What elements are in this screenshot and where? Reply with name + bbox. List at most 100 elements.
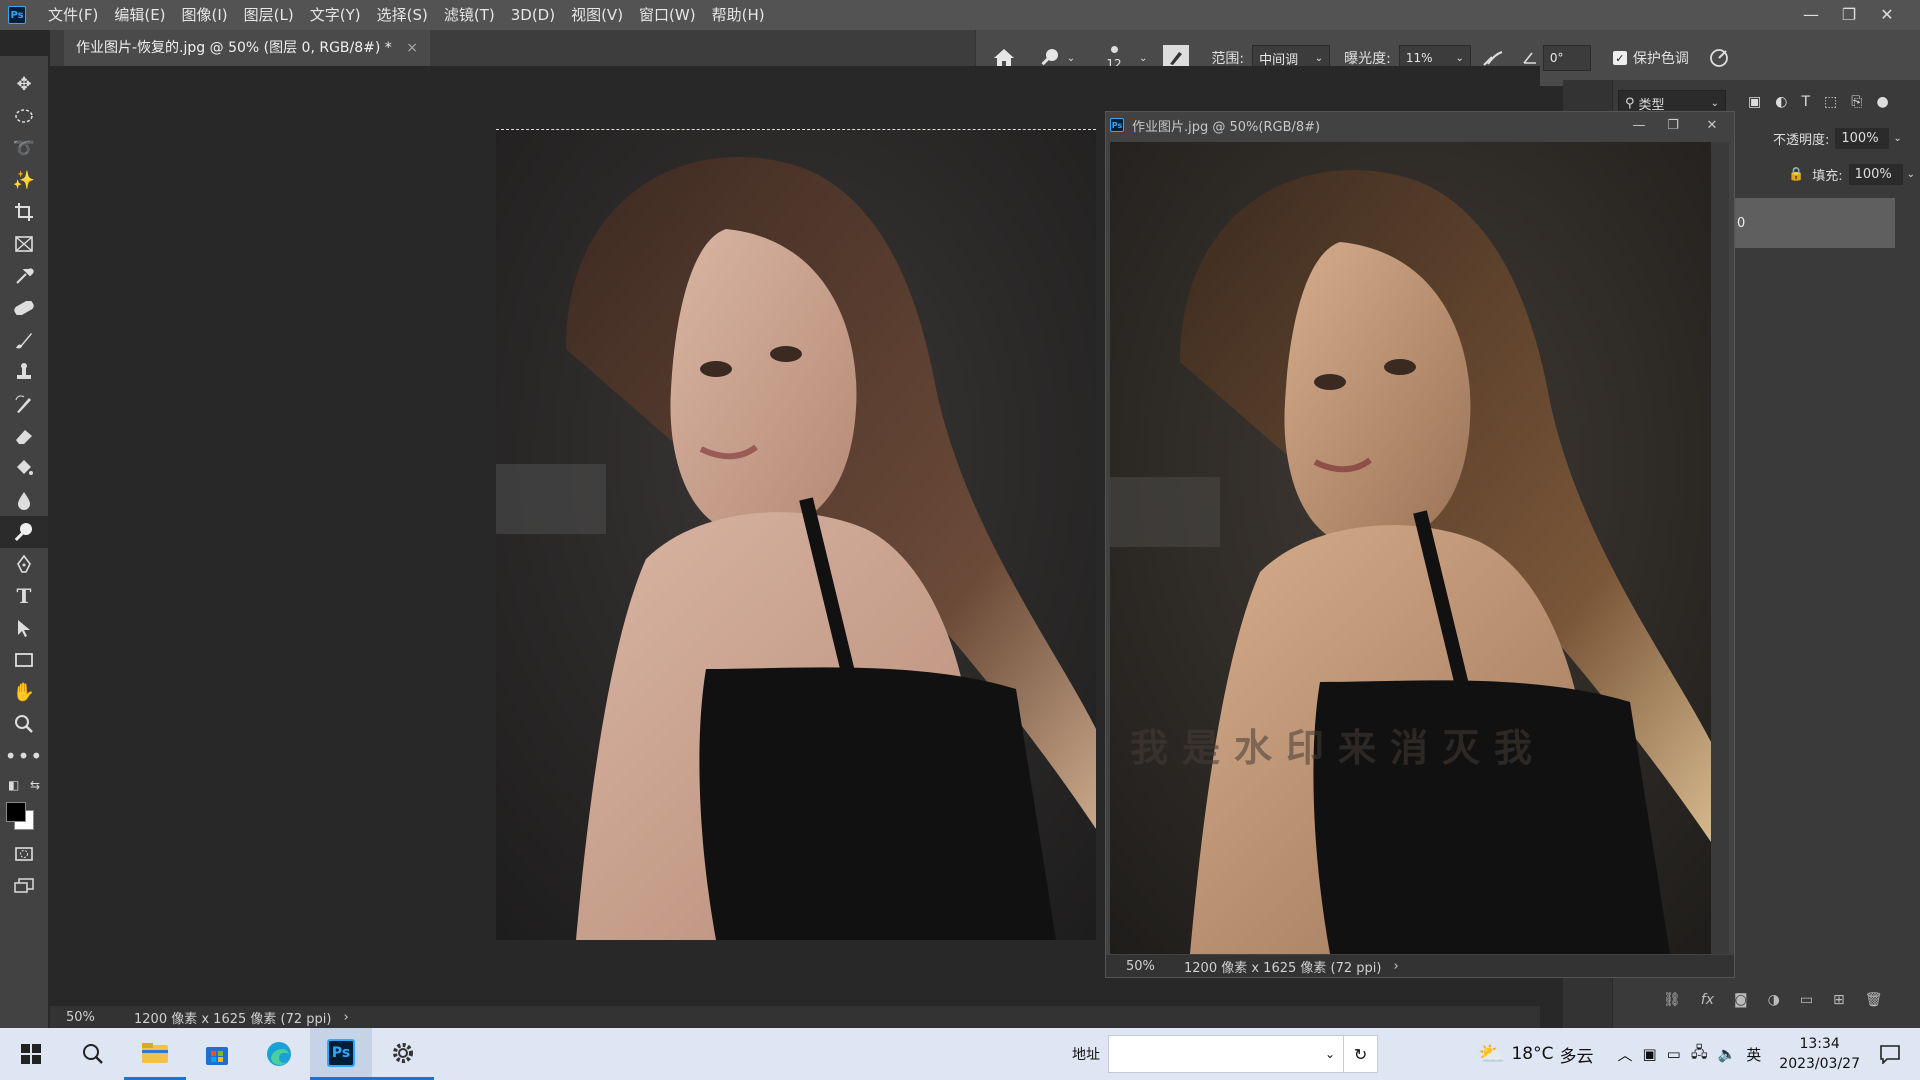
restore-button[interactable]: ❐ (1830, 0, 1868, 30)
filter-shape-icon[interactable]: ⬚ (1824, 94, 1837, 110)
filter-pixel-icon[interactable]: ▣ (1748, 94, 1761, 110)
fill-chevron-down-icon[interactable]: ⌄ (1907, 169, 1915, 180)
quick-mask-icon[interactable] (0, 838, 48, 870)
menu-item[interactable]: 图层(L) (236, 0, 302, 30)
filter-type-icon[interactable]: T (1801, 94, 1810, 110)
paint-bucket-tool-icon[interactable] (0, 452, 48, 484)
refresh-icon[interactable]: ↻ (1344, 1035, 1379, 1073)
floating-restore-button[interactable]: ❐ (1656, 118, 1690, 133)
menu-item[interactable]: 选择(S) (369, 0, 436, 30)
layer-row[interactable]: 0 (1735, 198, 1895, 248)
weather-widget[interactable]: ⛅ 18°C 多云 (1478, 1042, 1593, 1067)
healing-brush-tool-icon[interactable] (0, 292, 48, 324)
crop-tool-icon[interactable] (0, 196, 48, 228)
pressure-size-icon[interactable] (1689, 47, 1749, 69)
adjustment-layer-icon[interactable]: ◑ (1768, 992, 1780, 1008)
battery-icon[interactable]: ▭ (1667, 1045, 1681, 1063)
protect-tones-checkbox[interactable]: ✓ 保护色调 (1612, 48, 1689, 68)
brush-dropdown-icon[interactable]: ⌄ (1139, 53, 1147, 64)
start-button[interactable] (0, 1028, 62, 1080)
floating-status-arrow-icon[interactable]: › (1393, 959, 1398, 974)
status-arrow-icon[interactable]: › (343, 1010, 348, 1025)
marquee-tool-icon[interactable] (0, 100, 48, 132)
tray-app-icon[interactable]: ▣ (1642, 1045, 1656, 1063)
menu-item[interactable]: 文件(F) (40, 0, 106, 30)
eyedropper-tool-icon[interactable] (0, 260, 48, 292)
address-input[interactable]: ⌄ (1108, 1035, 1345, 1073)
path-selection-tool-icon[interactable] (0, 612, 48, 644)
settings-gear-icon[interactable] (372, 1028, 434, 1080)
menu-item[interactable]: 窗口(W) (631, 0, 704, 30)
blur-tool-icon[interactable] (0, 484, 48, 516)
type-tool-icon[interactable]: T (0, 580, 48, 612)
rectangle-tool-icon[interactable] (0, 644, 48, 676)
delete-layer-icon[interactable]: 🗑 (1865, 992, 1883, 1008)
search-icon[interactable] (62, 1028, 124, 1080)
close-button[interactable]: ✕ (1868, 0, 1906, 30)
floating-zoom-level[interactable]: 50% (1126, 959, 1178, 974)
zoom-tool-icon[interactable] (0, 708, 48, 740)
lock-icon[interactable]: 🔒 (1788, 167, 1804, 182)
history-brush-tool-icon[interactable] (0, 388, 48, 420)
magic-wand-tool-icon[interactable]: ✨ (0, 164, 48, 196)
foreground-color-swatch[interactable] (6, 802, 26, 822)
new-layer-icon[interactable]: ⊞ (1833, 992, 1845, 1008)
link-layers-icon[interactable]: ⛓ (1663, 992, 1681, 1008)
color-swap-row: ◧ ⇆ (0, 772, 48, 798)
zoom-level[interactable]: 50% (66, 1010, 122, 1025)
edge-browser-icon[interactable] (248, 1028, 310, 1080)
opacity-chevron-down-icon[interactable]: ⌄ (1893, 133, 1901, 144)
hand-tool-icon[interactable]: ✋ (0, 676, 48, 708)
floating-minimize-button[interactable]: — (1622, 118, 1656, 133)
volume-icon[interactable]: 🔈 (1718, 1045, 1737, 1063)
fill-input[interactable]: 100% (1848, 164, 1903, 185)
tab-close-icon[interactable]: × (406, 40, 418, 56)
eraser-tool-icon[interactable] (0, 420, 48, 452)
photoshop-logo-icon[interactable]: Ps (8, 6, 26, 24)
ime-indicator[interactable]: 英 (1746, 1044, 1761, 1065)
menu-item[interactable]: 视图(V) (563, 0, 631, 30)
floating-window-titlebar[interactable]: Ps 作业图片.jpg @ 50%(RGB/8#) — ❐ ✕ (1106, 112, 1734, 138)
menu-item[interactable]: 文字(Y) (302, 0, 369, 30)
microsoft-store-icon[interactable] (186, 1028, 248, 1080)
screen-mode-icon[interactable] (0, 870, 48, 902)
floating-close-button[interactable]: ✕ (1690, 118, 1734, 133)
filter-search-icon: ⚲ (1625, 95, 1635, 111)
move-tool-icon[interactable]: ✥ (0, 68, 48, 100)
file-explorer-icon[interactable] (124, 1028, 186, 1080)
network-icon[interactable]: 🖧 (1691, 1042, 1708, 1067)
menu-item[interactable]: 图像(I) (174, 0, 236, 30)
filter-adjustment-icon[interactable]: ◐ (1775, 94, 1787, 110)
clone-stamp-tool-icon[interactable] (0, 356, 48, 388)
default-colors-icon[interactable]: ◧ (8, 778, 19, 792)
tray-overflow-icon[interactable]: ︿ (1617, 1044, 1632, 1065)
pen-tool-icon[interactable] (0, 548, 48, 580)
layer-style-icon[interactable]: fx (1701, 992, 1714, 1008)
clock[interactable]: 13:34 2023/03/27 (1779, 1034, 1860, 1074)
menu-item[interactable]: 编辑(E) (106, 0, 173, 30)
more-tools-icon[interactable]: ••• (0, 740, 48, 772)
airbrush-icon[interactable] (1471, 48, 1517, 68)
new-group-icon[interactable]: ▭ (1800, 992, 1813, 1008)
filter-toggle-icon[interactable]: ● (1876, 94, 1888, 110)
menu-item[interactable]: 3D(D) (503, 0, 563, 30)
brush-tool-icon[interactable] (0, 324, 48, 356)
swap-colors-icon[interactable]: ⇆ (30, 778, 40, 792)
notification-icon[interactable] (1860, 1028, 1920, 1080)
photoshop-taskbar-icon[interactable]: Ps (310, 1028, 372, 1080)
document-tab[interactable]: 作业图片-恢复的.jpg @ 50% (图层 0, RGB/8#) * × (64, 30, 430, 66)
dodge-tool-icon[interactable] (0, 516, 48, 548)
menu-item[interactable]: 帮助(H) (704, 0, 773, 30)
menu-item[interactable]: 滤镜(T) (436, 0, 503, 30)
opacity-input[interactable]: 100% (1835, 128, 1890, 149)
lasso-tool-icon[interactable]: ➰ (0, 132, 48, 164)
protect-tones-label: 保护色调 (1632, 51, 1689, 67)
layer-mask-icon[interactable]: ◙ (1734, 992, 1748, 1008)
angle-input[interactable]: 0° (1542, 45, 1591, 71)
filter-smart-object-icon[interactable]: ⎘ (1851, 94, 1862, 110)
menu-list: 文件(F) 编辑(E) 图像(I) 图层(L) 文字(Y) 选择(S) 滤镜(T) 3D(D)… (40, 0, 773, 30)
address-chevron-down-icon[interactable]: ⌄ (1325, 1047, 1335, 1061)
floating-scrollbar[interactable] (1711, 142, 1729, 954)
frame-tool-icon[interactable] (0, 228, 48, 260)
minimize-button[interactable]: — (1792, 0, 1830, 30)
